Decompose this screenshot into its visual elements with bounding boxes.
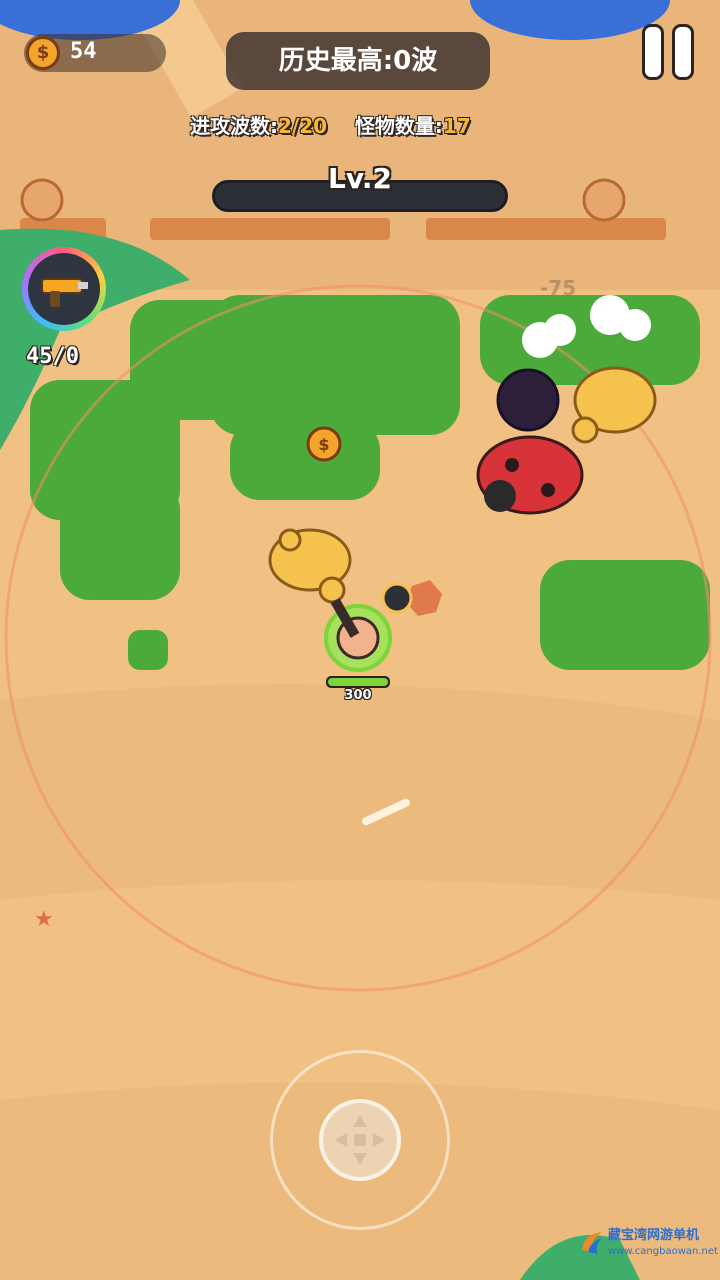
pause-icon xyxy=(672,24,694,80)
watermark-name: 藏宝湾网游单机 xyxy=(608,1228,700,1243)
weapon-slot[interactable] xyxy=(22,247,106,331)
svg-text:$: $ xyxy=(318,435,329,454)
joystick-arrows-icon xyxy=(335,1115,385,1165)
ammo-counter: 45/0 xyxy=(26,344,79,369)
wave-label: 进攻波数: xyxy=(190,114,278,138)
monster-value: 17 xyxy=(442,114,471,138)
joystick-knob[interactable] xyxy=(319,1099,401,1181)
best-wave-banner: 历史最高:0波 xyxy=(226,32,490,90)
coin-counter: $ 54 xyxy=(24,34,166,72)
ground-coin: $ xyxy=(306,426,342,462)
coin-count: 54 xyxy=(70,39,97,64)
weapon-icon xyxy=(28,253,100,325)
wave-value: 2/20 xyxy=(278,114,328,138)
pause-button[interactable] xyxy=(640,24,696,82)
pause-icon xyxy=(642,24,664,80)
virtual-joystick[interactable] xyxy=(270,1050,450,1230)
ladybug-enemy xyxy=(476,435,584,515)
best-wave-label: 历史最高:0波 xyxy=(278,46,438,76)
wave-info: 进攻波数:2/20 怪物数量:17 xyxy=(190,110,550,139)
player-hp-value: 300 xyxy=(344,688,372,703)
player-character xyxy=(324,598,392,672)
scorpion-enemy xyxy=(571,366,657,444)
scorpion-enemy xyxy=(268,528,352,604)
watermark-url: www.cangbaowan.net xyxy=(608,1246,718,1257)
monster-label: 怪物数量: xyxy=(354,114,443,138)
watermark-logo-icon xyxy=(582,1232,602,1254)
damage-number: -75 xyxy=(540,276,577,300)
level-label: Lv.2 xyxy=(328,162,392,195)
bomb-enemy xyxy=(496,368,560,432)
coin-icon: $ xyxy=(26,36,60,70)
watermark: 藏宝湾网游单机 www.cangbaowan.net xyxy=(578,1222,718,1270)
